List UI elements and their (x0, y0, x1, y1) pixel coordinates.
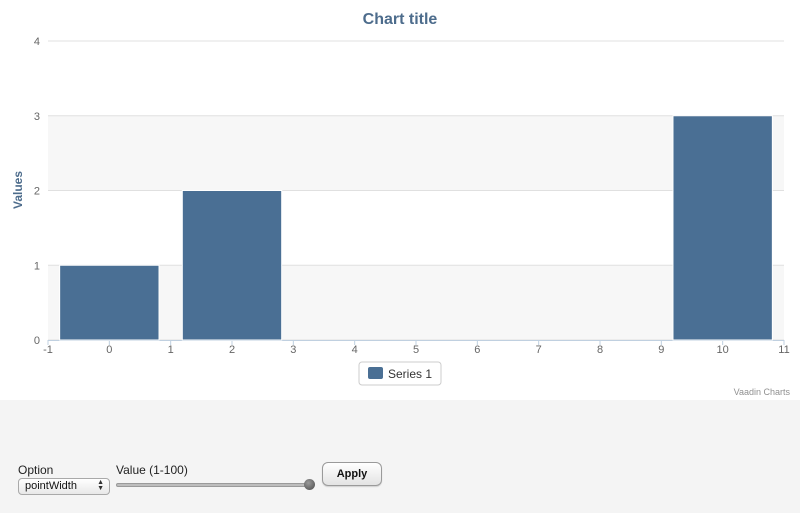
chart-title: Chart title (363, 11, 438, 28)
x-tick-label: 9 (658, 344, 664, 356)
x-tick-label: 11 (778, 344, 789, 356)
legend[interactable]: Series 1 (358, 361, 442, 386)
y-tick-label: 1 (34, 260, 40, 272)
bar-series-1[interactable] (59, 264, 160, 341)
bar-series-1[interactable] (181, 190, 283, 341)
x-tick-label: 6 (474, 344, 480, 356)
x-tick-label: 4 (352, 344, 358, 356)
legend-label-series-1[interactable]: Series 1 (388, 367, 432, 381)
x-tick-label: 5 (413, 344, 419, 356)
value-label: Value (1-100) (116, 463, 188, 477)
bar-chart: Chart title Values 01234 -1 0 1 2 3 4 5 6 7 8 9 10 1… (11, 11, 791, 397)
option-label: Option (18, 463, 54, 477)
value-slider-track[interactable] (116, 483, 312, 487)
x-tick-label: 0 (106, 344, 112, 356)
option-select[interactable]: pointWidth ▲ ▼ (18, 478, 110, 495)
y-axis-label: Values (11, 171, 25, 209)
x-tick-label: 10 (717, 344, 729, 356)
x-tick-label: 1 (168, 344, 174, 356)
x-axis: -1 0 1 2 3 4 5 6 7 8 9 10 11 (43, 340, 790, 356)
x-tick-label: -1 (43, 344, 53, 356)
credits-link[interactable]: Vaadin Charts (734, 387, 791, 397)
controls-panel (0, 400, 800, 513)
y-axis-ticks: 0 1 2 3 4 (34, 36, 40, 347)
bar-series-1[interactable] (672, 115, 773, 341)
y-tick-label: 2 (34, 186, 40, 198)
chart-area: Chart title Values 01234 -1 0 1 2 3 4 5 6 7 8 9 10 1… (0, 0, 800, 400)
y-tick-label: 0 (34, 335, 40, 347)
x-tick-label: 2 (229, 344, 235, 356)
x-tick-label: 7 (536, 344, 542, 356)
value-slider-thumb[interactable] (304, 479, 315, 490)
y-tick-label: 4 (34, 36, 40, 48)
select-arrows-icon: ▲ ▼ (97, 479, 104, 492)
x-tick-label: 8 (597, 344, 603, 356)
x-tick-label: 3 (290, 344, 296, 356)
legend-swatch-series-1[interactable] (368, 367, 383, 379)
option-select-value: pointWidth (25, 480, 77, 492)
y-tick-label: 3 (34, 111, 40, 123)
apply-button[interactable]: Apply (322, 462, 382, 486)
